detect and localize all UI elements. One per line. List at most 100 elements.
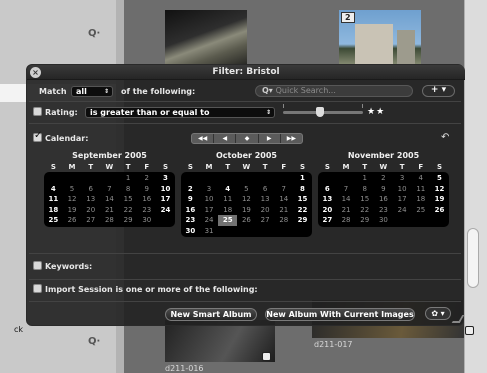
day-cell[interactable]: 20	[256, 205, 275, 216]
day-cell[interactable]: 12	[63, 194, 82, 205]
day-cell[interactable]: 19	[63, 205, 82, 216]
scrollbar-thumb[interactable]	[467, 228, 479, 288]
add-rule-button[interactable]: + ▾	[422, 85, 455, 97]
day-cell[interactable]: 28	[100, 215, 119, 226]
day-cell[interactable]: 11	[411, 184, 430, 195]
day-cell[interactable]: 22	[293, 205, 312, 216]
day-cell[interactable]: 7	[337, 184, 356, 195]
day-cell[interactable]: 13	[81, 194, 100, 205]
day-cell[interactable]: 26	[237, 215, 256, 226]
rating-operator-popup[interactable]: is greater than or equal to ⇕	[85, 107, 275, 118]
photo-thumbnail-d211-016[interactable]	[165, 320, 275, 362]
browser-scrollbar[interactable]	[464, 0, 487, 373]
day-cell[interactable]: 8	[119, 184, 138, 195]
day-cell[interactable]: 10	[156, 184, 175, 195]
day-cell[interactable]: 13	[318, 194, 337, 205]
day-cell[interactable]: 6	[81, 184, 100, 195]
day-cell[interactable]: 28	[337, 215, 356, 226]
day-cell[interactable]: 24	[156, 205, 175, 216]
day-cell[interactable]: 17	[156, 194, 175, 205]
day-cell[interactable]: 5	[237, 184, 256, 195]
stack-count-badge[interactable]: 2	[341, 12, 355, 23]
day-cell[interactable]: 16	[374, 194, 393, 205]
match-popup[interactable]: all ⇕	[71, 86, 113, 97]
day-cell[interactable]: 20	[81, 205, 100, 216]
day-cell[interactable]: 29	[293, 215, 312, 226]
day-cell[interactable]: 25	[44, 215, 63, 226]
new-smart-album-button[interactable]: New Smart Album	[165, 308, 257, 321]
day-cell[interactable]: 23	[137, 205, 156, 216]
day-cell[interactable]: 30	[137, 215, 156, 226]
day-cell[interactable]: 18	[44, 205, 63, 216]
day-cell[interactable]: 8	[293, 184, 312, 195]
day-cell[interactable]: 18	[218, 205, 237, 216]
day-cell[interactable]: 1	[293, 173, 312, 184]
day-cell[interactable]: 26	[63, 215, 82, 226]
day-cell[interactable]: 3	[393, 173, 412, 184]
keywords-checkbox[interactable]	[33, 261, 42, 270]
day-cell[interactable]: 1	[119, 173, 138, 184]
previous-year-icon[interactable]: ◀◀	[192, 134, 215, 143]
day-cell[interactable]: 25	[411, 205, 430, 216]
day-cell[interactable]: 16	[137, 194, 156, 205]
rating-checkbox[interactable]	[33, 107, 42, 116]
day-cell[interactable]: 6	[256, 184, 275, 195]
day-cell[interactable]: 24	[200, 215, 219, 226]
day-cell[interactable]: 23	[181, 215, 200, 226]
day-cell[interactable]: 30	[374, 215, 393, 226]
day-cell[interactable]: 4	[44, 184, 63, 195]
day-cell[interactable]: 14	[337, 194, 356, 205]
day-cell[interactable]: 6	[318, 184, 337, 195]
day-cell[interactable]: 20	[318, 205, 337, 216]
day-cell[interactable]: 15	[355, 194, 374, 205]
day-cell[interactable]: 13	[256, 194, 275, 205]
day-cell[interactable]: 14	[274, 194, 293, 205]
day-cell[interactable]: 27	[318, 215, 337, 226]
day-cell[interactable]: 26	[430, 205, 449, 216]
search-icon[interactable]: Q·	[88, 28, 100, 39]
import-session-checkbox[interactable]	[33, 284, 42, 293]
next-month-icon[interactable]: ▶	[259, 134, 281, 143]
photo-thumbnail-roof[interactable]	[165, 10, 247, 72]
rating-slider-knob[interactable]	[316, 107, 324, 117]
day-cell[interactable]: 5	[430, 173, 449, 184]
day-cell[interactable]: 8	[355, 184, 374, 195]
day-cell[interactable]: 7	[100, 184, 119, 195]
day-cell[interactable]: 25	[218, 215, 238, 226]
day-cell[interactable]: 3	[200, 184, 219, 195]
day-cell[interactable]: 12	[237, 194, 256, 205]
day-cell[interactable]: 17	[200, 205, 219, 216]
calendar-checkbox[interactable]	[33, 130, 42, 142]
day-cell[interactable]: 21	[274, 205, 293, 216]
gear-action-button[interactable]: ✿ ▾	[425, 307, 451, 320]
day-cell[interactable]: 2	[137, 173, 156, 184]
day-cell[interactable]: 7	[274, 184, 293, 195]
day-cell[interactable]: 22	[119, 205, 138, 216]
new-album-current-images-button[interactable]: New Album With Current Images	[265, 308, 415, 321]
day-cell[interactable]: 10	[200, 194, 219, 205]
reset-arrow-icon[interactable]: ↶	[441, 132, 449, 143]
day-cell[interactable]: 19	[237, 205, 256, 216]
day-cell[interactable]: 29	[355, 215, 374, 226]
day-cell[interactable]: 3	[156, 173, 175, 184]
day-cell[interactable]: 9	[374, 184, 393, 195]
day-cell[interactable]: 17	[393, 194, 412, 205]
day-cell[interactable]: 5	[63, 184, 82, 195]
day-cell[interactable]: 10	[393, 184, 412, 195]
day-cell[interactable]: 22	[355, 205, 374, 216]
resize-grip-icon[interactable]	[451, 315, 465, 323]
day-cell[interactable]: 27	[81, 215, 100, 226]
next-year-icon[interactable]: ▶▶	[281, 134, 302, 143]
day-cell[interactable]: 24	[393, 205, 412, 216]
quick-search-field[interactable]: Q▾ Quick Search...	[255, 85, 413, 97]
day-cell[interactable]: 30	[181, 226, 200, 237]
today-icon[interactable]: ◆	[236, 134, 259, 143]
previous-month-icon[interactable]: ◀	[214, 134, 237, 143]
day-cell[interactable]: 16	[181, 205, 200, 216]
day-cell[interactable]: 18	[411, 194, 430, 205]
day-cell[interactable]: 11	[218, 194, 237, 205]
day-cell[interactable]: 21	[100, 205, 119, 216]
day-cell[interactable]: 15	[293, 194, 312, 205]
day-cell[interactable]: 1	[355, 173, 374, 184]
day-cell[interactable]: 21	[337, 205, 356, 216]
